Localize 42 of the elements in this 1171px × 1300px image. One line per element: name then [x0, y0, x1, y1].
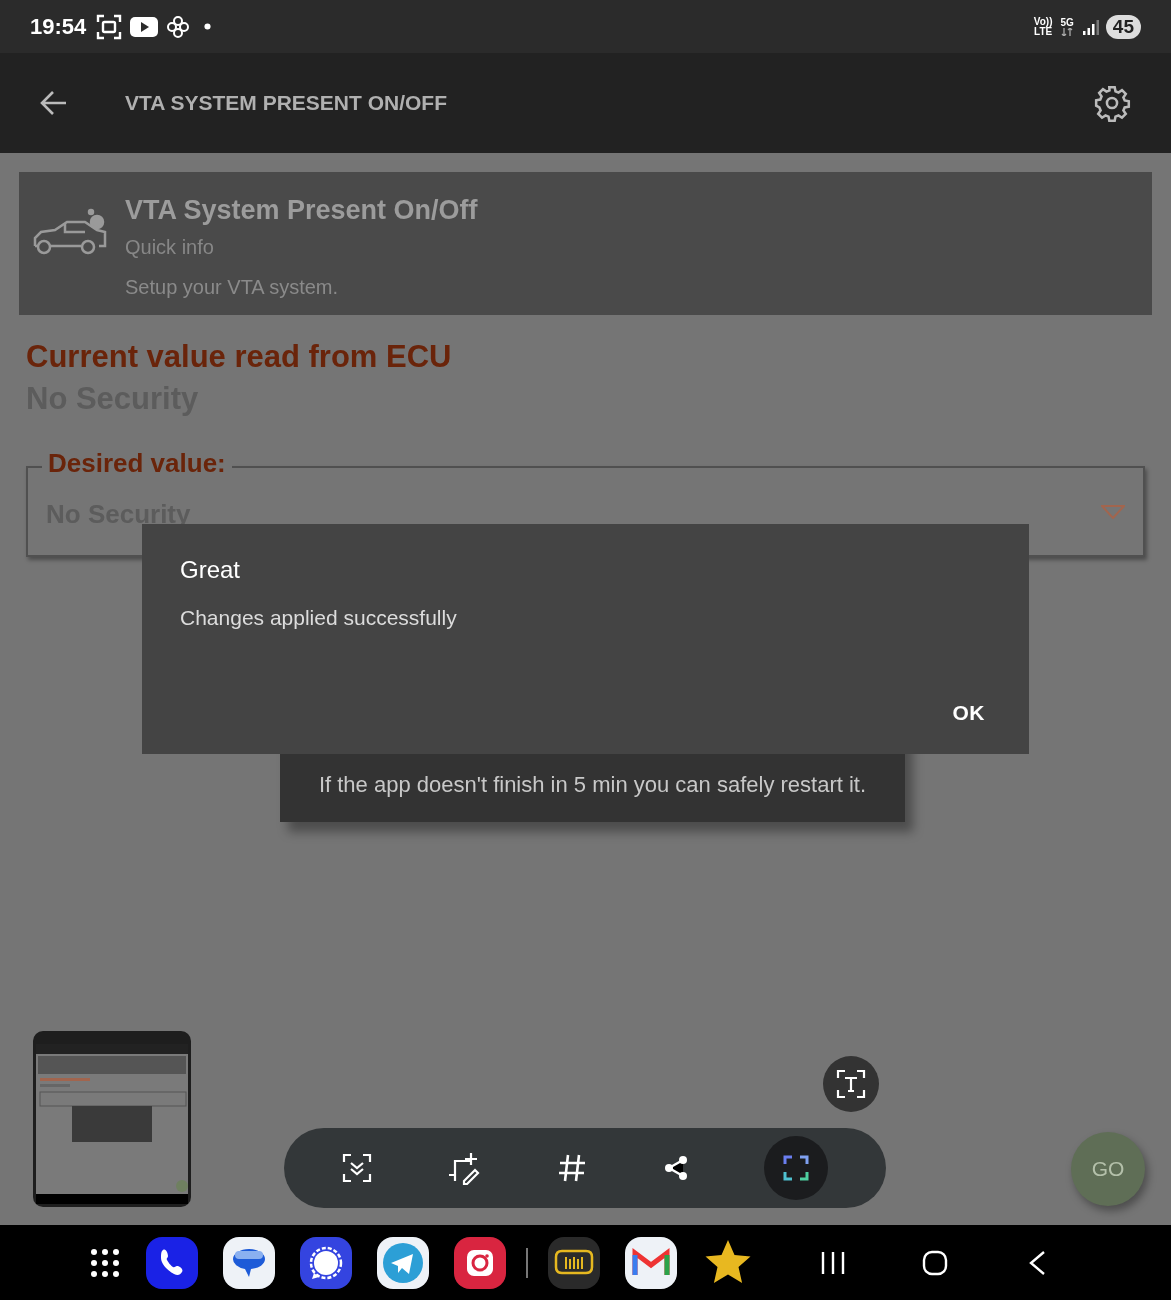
text-extract-button[interactable] — [823, 1056, 879, 1112]
app-bar-title: VTA SYSTEM PRESENT ON/OFF — [125, 90, 449, 117]
crop-edit-button[interactable] — [447, 1151, 482, 1185]
capture-icon — [783, 1155, 810, 1181]
play-icon — [130, 16, 159, 37]
card-title: VTA System Present On/Off — [125, 194, 478, 226]
dialog-title: Great — [180, 556, 241, 584]
grille-app-icon[interactable] — [548, 1236, 600, 1289]
recent-apps-button[interactable] — [820, 1249, 846, 1276]
phone-app-icon[interactable] — [146, 1236, 198, 1289]
lte-label: LTE — [1034, 26, 1053, 37]
network-label: 5G — [1060, 17, 1074, 28]
signal-icon — [1081, 17, 1100, 36]
dialog-message: Changes applied successfully — [180, 605, 457, 631]
flower-icon — [166, 14, 191, 39]
screenshot-thumbnail[interactable] — [32, 1030, 192, 1208]
toast-message: If the app doesn't finish in 5 min you can safely restart it. — [318, 771, 867, 799]
volte-label: Vo)) — [1033, 16, 1053, 27]
card-description: Setup your VTA system. — [125, 275, 340, 300]
current-value-label: Current value read from ECU — [26, 338, 453, 376]
battery-level: 45 — [1105, 14, 1141, 39]
status-time: 19:54 — [30, 13, 87, 41]
ok-button[interactable]: OK — [952, 696, 985, 728]
data-arrows-icon — [1061, 27, 1074, 36]
envelope-m-app-icon[interactable] — [625, 1236, 677, 1289]
camera-app-icon[interactable] — [454, 1236, 506, 1289]
card-subtitle: Quick info — [125, 235, 215, 260]
hashtag-button[interactable] — [557, 1153, 587, 1183]
chat-bubble-app-icon[interactable] — [223, 1236, 275, 1289]
dropdown-caret-icon — [1101, 504, 1125, 519]
settings-button[interactable] — [1093, 84, 1131, 122]
go-button[interactable]: GO — [1071, 1132, 1145, 1206]
notification-dot-icon — [204, 23, 212, 30]
apps-grid-button[interactable] — [90, 1247, 120, 1278]
share-button[interactable] — [662, 1155, 689, 1181]
speech-bubble-app-icon[interactable] — [300, 1236, 352, 1289]
screenshot-icon — [96, 13, 123, 40]
paper-plane-app-icon[interactable] — [377, 1236, 429, 1289]
back-button[interactable] — [40, 89, 68, 117]
scroll-capture-button[interactable] — [341, 1153, 372, 1183]
home-button[interactable] — [922, 1249, 948, 1276]
text-scan-icon — [836, 1069, 866, 1099]
